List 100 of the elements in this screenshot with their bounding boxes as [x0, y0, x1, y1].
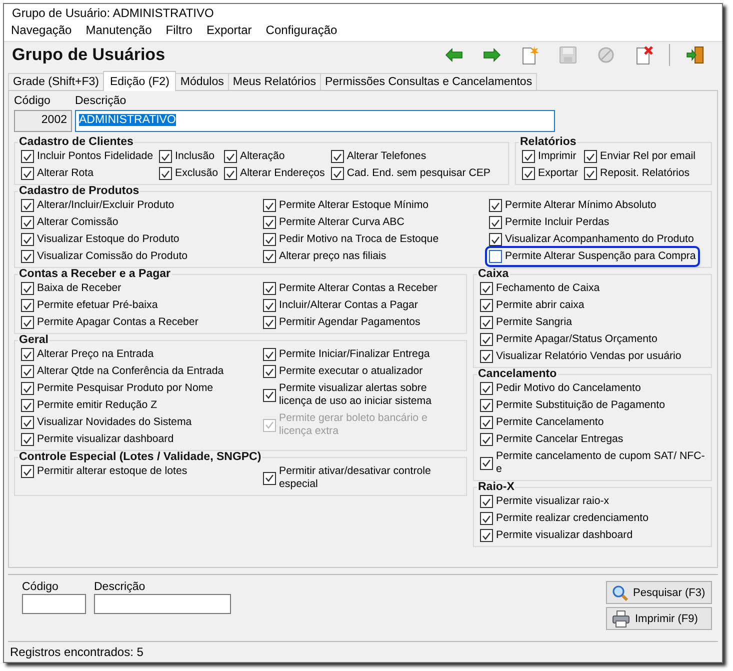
- checkbox-label: Alterar Endereços: [240, 167, 325, 180]
- checkbox[interactable]: [21, 416, 34, 429]
- checkbox[interactable]: [480, 529, 493, 542]
- checkbox-label: Permite visualizar dashboard: [37, 433, 174, 446]
- checkbox[interactable]: [159, 167, 172, 180]
- tab[interactable]: Edição (F2): [102, 71, 176, 91]
- checkbox[interactable]: [522, 150, 535, 163]
- printer-icon: [612, 610, 630, 628]
- checkbox-label: Permite visualizar raio-x: [496, 495, 610, 508]
- checkbox[interactable]: [263, 365, 276, 378]
- checkbox[interactable]: [21, 199, 34, 212]
- checkbox-label: Alterar Rota: [37, 167, 94, 180]
- checkbox-label: Incluir/Alterar Contas a Pagar: [279, 299, 418, 312]
- exit-door-icon[interactable]: [685, 45, 705, 65]
- checkbox[interactable]: [21, 282, 34, 295]
- checkbox[interactable]: [522, 167, 535, 180]
- code-field[interactable]: 2002: [14, 110, 72, 132]
- checkbox[interactable]: [263, 282, 276, 295]
- checkbox[interactable]: [489, 233, 502, 246]
- checkbox[interactable]: [263, 233, 276, 246]
- menu-item[interactable]: Manutenção: [84, 23, 153, 37]
- page-title: Grupo de Usuários: [12, 45, 166, 65]
- menu-item[interactable]: Navegação: [10, 23, 73, 37]
- checkbox[interactable]: [480, 416, 493, 429]
- checkbox[interactable]: [480, 399, 493, 412]
- group-title: Cadastro de Produtos: [18, 185, 140, 197]
- checkbox[interactable]: [480, 316, 493, 329]
- checkbox-label: Visualizar Estoque do Produto: [37, 233, 180, 246]
- field-label: Código: [22, 581, 60, 593]
- checkbox[interactable]: [263, 316, 276, 329]
- checkbox-label: Enviar Rel por email: [600, 150, 696, 163]
- field-label: Código: [14, 95, 52, 107]
- checkbox[interactable]: [21, 216, 34, 229]
- checkbox-label: Permite Iniciar/Finalizar Entrega: [279, 348, 430, 361]
- group-title: Relatórios: [519, 136, 578, 148]
- tab[interactable]: Módulos: [175, 73, 229, 90]
- tab[interactable]: Permissões Consultas e Cancelamentos: [320, 73, 538, 90]
- checkbox[interactable]: [330, 167, 344, 180]
- left-arrow-icon[interactable]: [445, 48, 463, 62]
- checkbox[interactable]: [224, 167, 238, 180]
- menu-item[interactable]: Filtro: [164, 23, 194, 37]
- checkbox[interactable]: [21, 316, 34, 329]
- checkbox-label: Incluir Pontos Fidelidade: [37, 150, 154, 163]
- menu-item[interactable]: Configuração: [264, 23, 338, 37]
- field-label: Descrição: [75, 95, 128, 107]
- menu-item[interactable]: Exportar: [205, 23, 253, 37]
- checkbox-label: Alterar preço nas filiais: [279, 250, 386, 263]
- checkbox-label: Permite efetuar Pré-baixa: [37, 299, 158, 312]
- checkbox[interactable]: [480, 433, 493, 446]
- checkbox[interactable]: [21, 365, 34, 378]
- checkbox[interactable]: [480, 350, 493, 363]
- checkbox-label: Alteração: [240, 150, 285, 163]
- checkbox[interactable]: [263, 472, 276, 484]
- checkbox[interactable]: [21, 150, 34, 163]
- checkbox[interactable]: [224, 150, 238, 163]
- checkbox[interactable]: [480, 299, 493, 312]
- checkbox[interactable]: [159, 150, 172, 163]
- checkbox[interactable]: [263, 216, 276, 229]
- checkbox[interactable]: [21, 299, 34, 312]
- checkbox[interactable]: [21, 399, 34, 412]
- checkbox[interactable]: [21, 465, 34, 478]
- checkbox[interactable]: [584, 167, 598, 180]
- checkbox[interactable]: [263, 299, 276, 312]
- checkbox[interactable]: [263, 388, 276, 402]
- window-title: Grupo de Usuário: ADMINISTRATIVO: [12, 6, 214, 20]
- checkbox-label: Permite Alterar Contas a Receber: [279, 282, 438, 295]
- checkbox-label: Visualizar Relatório Vendas por usuário: [496, 350, 682, 363]
- description-input[interactable]: [94, 594, 231, 614]
- checkbox[interactable]: [584, 150, 598, 163]
- checkbox[interactable]: [480, 282, 493, 295]
- right-arrow-icon[interactable]: [483, 48, 501, 62]
- checkbox[interactable]: [21, 433, 34, 446]
- checkbox[interactable]: [480, 495, 493, 508]
- checkbox[interactable]: [489, 216, 502, 229]
- checkbox[interactable]: [480, 512, 493, 525]
- checkbox[interactable]: [480, 333, 493, 346]
- checkbox[interactable]: [263, 199, 276, 212]
- checkbox[interactable]: [21, 233, 34, 246]
- checkbox[interactable]: [21, 167, 34, 180]
- checkbox[interactable]: [263, 348, 276, 361]
- checkbox[interactable]: [21, 382, 34, 395]
- group-title: Geral: [18, 334, 50, 346]
- checkbox[interactable]: [263, 250, 276, 263]
- checkbox-label: Permite Sangria: [496, 316, 572, 329]
- checkbox[interactable]: [489, 250, 502, 263]
- search-button[interactable]: Pesquisar (F3): [606, 581, 712, 604]
- description-field[interactable]: ADMINISTRATIVO: [75, 110, 555, 132]
- checkbox[interactable]: [330, 150, 344, 163]
- checkbox-label: Imprimir: [538, 150, 576, 163]
- new-document-icon[interactable]: [520, 45, 540, 65]
- checkbox[interactable]: [21, 250, 34, 263]
- checkbox-label: Alterar Qtde na Conferência da Entrada: [37, 365, 224, 378]
- document-delete-icon[interactable]: [634, 45, 654, 65]
- print-button[interactable]: Imprimir (F9): [606, 607, 712, 630]
- tab[interactable]: Grade (Shift+F3): [8, 73, 104, 90]
- checkbox[interactable]: [480, 382, 493, 395]
- code-input[interactable]: [22, 594, 86, 614]
- checkbox[interactable]: [489, 199, 502, 212]
- checkbox[interactable]: [480, 456, 493, 470]
- checkbox[interactable]: [21, 348, 34, 361]
